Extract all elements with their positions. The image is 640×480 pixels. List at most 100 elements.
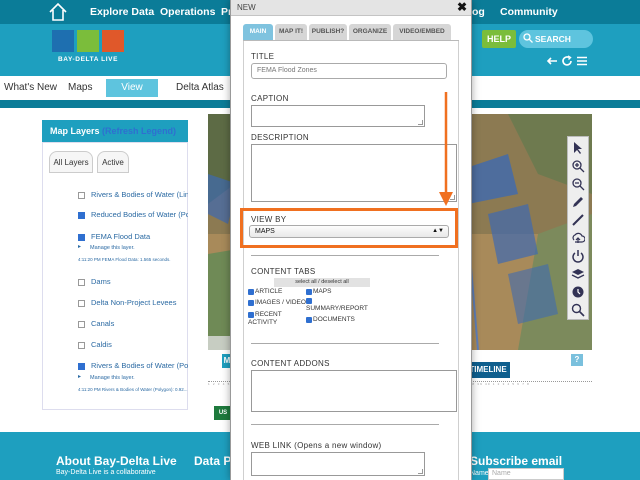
subnav-delta-atlas[interactable]: Delta Atlas — [176, 82, 224, 93]
manage-layer-link[interactable]: Manage this layer. — [90, 245, 135, 251]
layer-row[interactable]: Dams — [78, 277, 188, 291]
layer-row[interactable]: Rivers & Bodies of Water (Polygon) — [78, 361, 188, 375]
back-arrow-icon[interactable] — [546, 55, 558, 67]
tab-map-it[interactable]: MAP IT! — [275, 24, 307, 40]
select-arrows-icon: ▲▼ — [432, 228, 444, 234]
subnav-whats-new[interactable]: What's New — [4, 82, 57, 93]
subscribe-title: Subscribe email — [470, 454, 563, 468]
checkbox-icon[interactable] — [248, 300, 254, 306]
tab-all-layers[interactable]: All Layers — [49, 151, 93, 173]
tab-active-layers[interactable]: Active — [97, 151, 129, 173]
tab-video-embed[interactable]: VIDEO/EMBED — [393, 24, 451, 40]
search-button[interactable]: SEARCH — [519, 30, 593, 48]
home-icon[interactable] — [48, 2, 68, 22]
layer-row[interactable]: FEMA Flood Data — [78, 232, 188, 246]
layer-checkbox[interactable] — [78, 278, 85, 286]
layer-checkbox[interactable] — [78, 341, 85, 349]
nav-operations[interactable]: Operations — [160, 6, 215, 18]
layer-label: Caldis — [91, 340, 112, 349]
content-tab-summary-report[interactable]: SUMMARY/REPORT — [306, 297, 372, 313]
expand-arrow-icon[interactable]: ▸ — [78, 373, 81, 380]
search-map-icon[interactable] — [571, 303, 585, 317]
nav-explore-data[interactable]: Explore Data — [90, 6, 154, 18]
content-tab-label: ARTICLE — [255, 288, 283, 295]
clock-icon[interactable] — [571, 285, 585, 299]
resize-grip-icon[interactable] — [450, 195, 455, 200]
subnav-view-layers[interactable]: View Layers — [106, 79, 158, 111]
map-help-button[interactable]: ? — [571, 354, 583, 366]
logo-text: BAY-DELTA LIVE — [57, 56, 119, 63]
resize-grip-icon[interactable] — [418, 469, 423, 474]
checkbox-icon[interactable] — [306, 298, 312, 304]
close-icon[interactable]: ✖ — [455, 0, 469, 14]
about-title: About Bay-Delta Live — [56, 454, 177, 468]
timeline-button[interactable]: TIMELINE — [466, 362, 510, 378]
layer-row[interactable]: Delta Non-Project Levees — [78, 298, 188, 312]
upload-icon[interactable] — [571, 231, 585, 245]
layer-checkbox[interactable] — [78, 233, 85, 241]
power-icon[interactable] — [571, 249, 585, 263]
pencil-icon[interactable] — [571, 195, 585, 209]
layer-checkbox[interactable] — [78, 362, 85, 370]
checkbox-icon[interactable] — [248, 289, 254, 295]
layer-row[interactable]: Caldis — [78, 340, 188, 354]
layer-row[interactable]: Rivers & Bodies of Water (Linear) — [78, 190, 188, 204]
modal-titlebar[interactable]: NEW ✖ — [231, 0, 471, 16]
layer-checkbox[interactable] — [78, 320, 85, 328]
zoom-out-icon[interactable] — [571, 177, 585, 191]
draw-icon[interactable] — [571, 213, 585, 227]
content-tab-documents[interactable]: DOCUMENTS — [306, 316, 355, 324]
content-tab-label: MAPS — [313, 288, 332, 295]
content-tab-article[interactable]: ARTICLE — [248, 288, 282, 296]
refresh-icon[interactable] — [561, 55, 573, 67]
checkbox-icon[interactable] — [248, 312, 254, 318]
content-tab-maps[interactable]: MAPS — [306, 288, 331, 296]
tab-organize[interactable]: ORGANIZE — [349, 24, 391, 40]
layer-label: Delta Non-Project Levees — [91, 298, 177, 307]
tab-publish[interactable]: PUBLISH? — [309, 24, 347, 40]
web-link-textarea[interactable] — [251, 452, 425, 476]
pointer-icon[interactable] — [571, 141, 585, 155]
zoom-in-icon[interactable] — [571, 159, 585, 173]
title-input[interactable]: FEMA Flood Zones — [251, 63, 447, 79]
manage-layer-link[interactable]: Manage this layer. — [90, 375, 135, 381]
expand-arrow-icon[interactable]: ▸ — [78, 243, 81, 250]
select-all-link[interactable]: select all / deselect all — [274, 278, 370, 287]
layer-label: Rivers & Bodies of Water (Polygon) — [91, 361, 188, 370]
view-by-select[interactable]: MAPS ▲▼ — [249, 225, 449, 238]
checkbox-icon[interactable] — [306, 317, 312, 323]
nav-partial-right[interactable]: og — [472, 6, 485, 18]
list-icon[interactable] — [576, 55, 588, 67]
subnav-maps[interactable]: Maps — [68, 82, 92, 93]
layer-checkbox[interactable] — [78, 191, 85, 199]
tab-main[interactable]: MAIN — [243, 24, 273, 40]
caption-textarea[interactable] — [251, 105, 425, 127]
search-icon — [523, 33, 533, 43]
layer-label: Reduced Bodies of Water (Polygon) — [91, 210, 188, 219]
layer-checkbox[interactable] — [78, 211, 85, 219]
help-button[interactable]: HELP — [482, 30, 516, 48]
site-logo[interactable]: BAY-DELTA LIVE — [52, 30, 124, 70]
map-toolbar — [567, 136, 589, 320]
layer-label: Dams — [91, 277, 111, 286]
web-link-label: WEB LINK (Opens a new window) — [251, 441, 382, 450]
layer-label: Rivers & Bodies of Water (Linear) — [91, 190, 188, 199]
content-tab-recent-activity[interactable]: RECENT ACTIVITY — [248, 311, 304, 327]
checkbox-icon[interactable] — [306, 289, 312, 295]
nav-community[interactable]: Community — [500, 6, 558, 18]
layer-checkbox[interactable] — [78, 299, 85, 307]
map-layers-panel: Map Layers (Refresh Legend) All Layers A… — [42, 120, 188, 410]
resize-grip-icon[interactable] — [418, 120, 423, 125]
layer-load-time: 4:11:20 PM Rivers & Bodies of Water (Pol… — [78, 387, 188, 392]
section-divider — [251, 255, 439, 256]
content-addons-textarea[interactable] — [251, 370, 457, 412]
refresh-legend-link[interactable]: (Refresh Legend) — [102, 126, 176, 136]
map-layers-title: Map Layers — [50, 126, 100, 136]
layers-icon[interactable] — [571, 267, 585, 281]
description-textarea[interactable] — [251, 144, 457, 202]
content-tab-images-video[interactable]: IMAGES / VIDEO — [248, 299, 306, 307]
layer-row[interactable]: Canals — [78, 319, 188, 333]
name-field[interactable]: Name — [488, 468, 564, 480]
layer-row[interactable]: Reduced Bodies of Water (Polygon) — [78, 210, 188, 224]
search-label: SEARCH — [535, 34, 571, 44]
